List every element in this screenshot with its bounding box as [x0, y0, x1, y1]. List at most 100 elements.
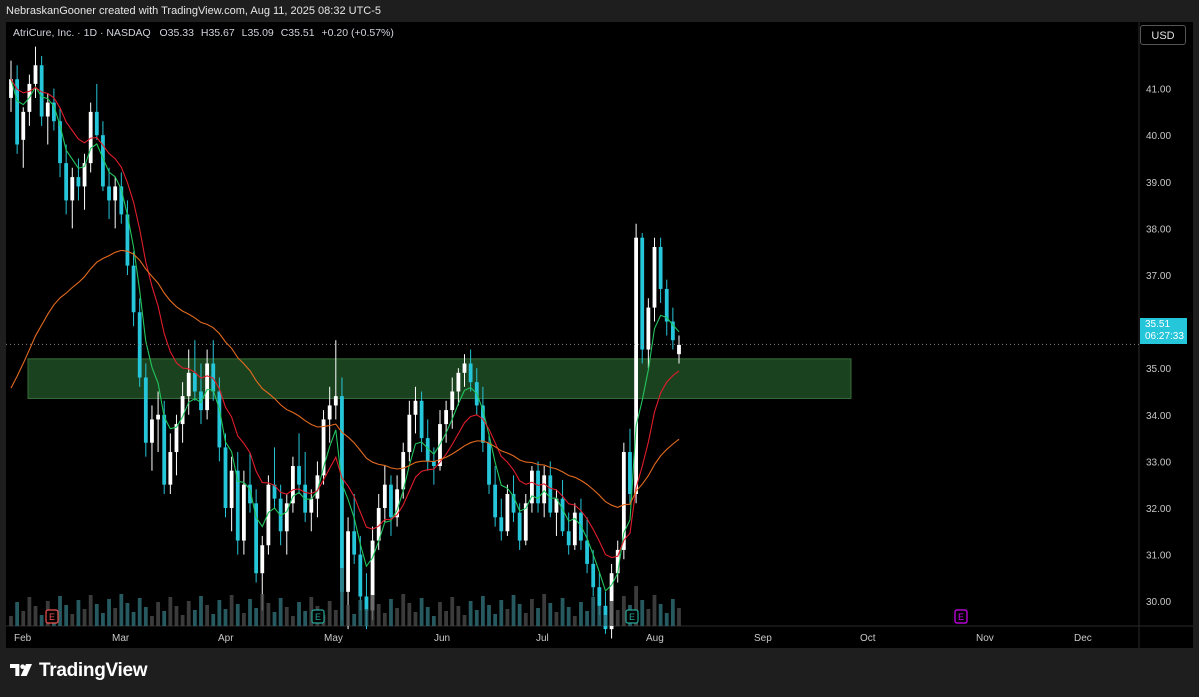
candle-body — [364, 596, 369, 611]
y-tick-label: 33.00 — [1146, 457, 1171, 468]
close-value: 35.51 — [288, 27, 315, 39]
volume-bar — [438, 602, 442, 626]
x-tick-label: Nov — [976, 633, 994, 644]
volume-bar — [254, 608, 259, 626]
volume-bar — [272, 612, 277, 626]
candle-body — [419, 400, 424, 439]
candle-body — [456, 372, 461, 392]
volume-bar — [205, 605, 210, 626]
candle-body — [174, 424, 179, 453]
candle-body — [217, 391, 222, 448]
volume-bar — [419, 598, 424, 626]
volume-bar — [487, 605, 491, 626]
volume-bar — [444, 611, 449, 626]
volume-bar — [119, 594, 124, 626]
candle-body — [33, 65, 38, 84]
volume-bar — [340, 568, 344, 626]
candle-body — [229, 470, 234, 508]
volume-bar — [27, 597, 32, 626]
y-tick-label: 31.00 — [1146, 551, 1171, 562]
volume-bar — [511, 595, 516, 626]
volume-bar — [186, 601, 191, 626]
candle-body — [585, 540, 589, 564]
symbol-legend: AtriCure, Inc. · 1D · NASDAQ O35.33 H35.… — [13, 27, 394, 39]
volume-bar — [15, 602, 20, 626]
price-chart[interactable]: 41.0040.0039.0038.0037.0036.0035.0034.00… — [6, 22, 1193, 648]
volume-bar — [389, 599, 393, 626]
candle-body — [468, 363, 473, 383]
volume-bar — [493, 614, 498, 626]
volume-bar — [548, 603, 553, 626]
volume-bar — [603, 615, 608, 626]
change-value: +0.20 (+0.57%) — [321, 27, 394, 39]
candle-body — [333, 396, 338, 406]
candle-body — [597, 587, 602, 606]
candle-body — [517, 512, 522, 541]
chart-area[interactable]: 41.0040.0039.0038.0037.0036.0035.0034.00… — [6, 22, 1193, 648]
open-label: O — [159, 27, 168, 39]
volume-bar — [591, 597, 596, 626]
candle-body — [566, 531, 571, 546]
earnings-marker-label: E — [49, 612, 55, 622]
candle-body — [346, 531, 350, 592]
candle-body — [389, 484, 393, 518]
x-tick-label: Mar — [112, 633, 130, 644]
y-tick-label: 35.00 — [1146, 364, 1171, 375]
volume-bar — [450, 597, 455, 626]
y-tick-label: 37.00 — [1146, 271, 1171, 282]
ema-mid-line — [10, 78, 680, 559]
tradingview-brand[interactable]: TradingView — [10, 660, 148, 682]
candle-body — [45, 102, 50, 117]
candle-body — [628, 452, 632, 494]
earnings-marker-label: E — [629, 612, 635, 622]
candle-body — [358, 554, 363, 597]
symbol-label[interactable]: AtriCure, Inc. · 1D · NASDAQ — [13, 27, 151, 39]
candle-body — [444, 410, 449, 425]
volume-bar — [670, 599, 675, 626]
volume-bar — [303, 611, 308, 626]
earnings-marker-label: E — [958, 612, 964, 622]
x-tick-label: Apr — [218, 633, 234, 644]
volume-bar — [499, 600, 504, 626]
candle-body — [64, 163, 69, 201]
x-tick-label: May — [324, 633, 343, 644]
volume-bar — [425, 607, 430, 626]
candle-body — [260, 545, 265, 574]
volume-bar — [199, 596, 203, 626]
candle-body — [297, 466, 301, 485]
volume-bar — [352, 614, 357, 626]
candle-body — [352, 531, 357, 555]
volume-bar — [297, 602, 301, 626]
volume-bar — [609, 601, 614, 626]
x-tick-label: Oct — [860, 633, 876, 644]
chart-caption: NebraskanGooner created with TradingView… — [0, 0, 1199, 22]
volume-bar — [156, 602, 160, 626]
candle-body — [21, 111, 26, 140]
volume-bar — [646, 609, 651, 626]
x-tick-label: Sep — [754, 633, 772, 644]
candle-body — [560, 498, 565, 532]
volume-bar — [21, 611, 26, 626]
volume-bar — [658, 604, 663, 626]
volume-bar — [162, 611, 167, 626]
volume-bar — [364, 609, 369, 626]
candle-body — [652, 247, 657, 308]
currency-button[interactable]: USD — [1140, 25, 1186, 45]
candle-body — [407, 414, 412, 453]
candle-body — [487, 442, 491, 485]
volume-bar — [235, 604, 240, 626]
volume-bar — [266, 603, 271, 626]
candle-body — [450, 391, 455, 411]
candle-body — [143, 377, 148, 443]
volume-bar — [150, 616, 154, 626]
volume-bar — [474, 610, 479, 626]
volume-bar — [652, 595, 657, 626]
candle-body — [542, 475, 547, 504]
volume-bar — [33, 606, 38, 626]
volume-bar — [413, 612, 418, 626]
candle-body — [505, 493, 510, 532]
volume-bar — [523, 613, 528, 626]
candle-body — [94, 111, 99, 136]
volume-bar — [542, 594, 547, 626]
volume-bar — [143, 607, 148, 626]
